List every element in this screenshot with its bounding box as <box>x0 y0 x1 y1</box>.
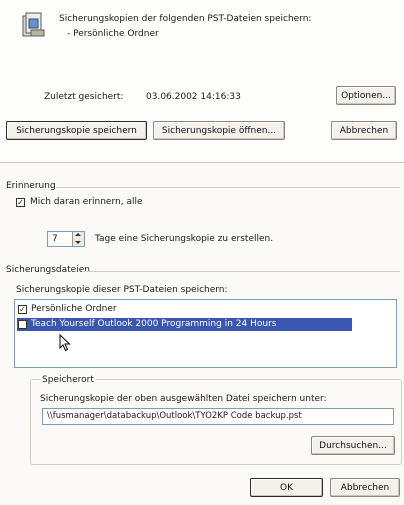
remind-checkbox[interactable]: ✓ <box>16 198 25 207</box>
remind-checkbox-label[interactable]: Mich daran erinnern, alle <box>30 197 143 207</box>
backup-files-listbox[interactable]: ✓ Persönliche Ordner Teach Yourself Outl… <box>14 299 397 368</box>
reminder-group-title: Erinnerung <box>6 181 56 191</box>
list-item-label: Teach Yourself Outlook 2000 Programming … <box>31 319 277 329</box>
files-list-label: Sicherungskopie dieser PST-Dateien speic… <box>16 285 228 295</box>
list-item[interactable]: ✓ Persönliche Ordner <box>17 303 394 316</box>
spin-down-icon[interactable] <box>75 241 81 244</box>
location-label: Sicherungskopie der oben ausgewählten Da… <box>40 394 327 404</box>
reminder-days-spinner[interactable]: 7 <box>47 231 85 247</box>
backup-files-intro: Sicherungskopien der folgenden PST-Datei… <box>59 14 312 24</box>
browse-button[interactable]: Durchsuchen... <box>311 436 395 455</box>
spin-buttons[interactable] <box>72 232 84 246</box>
last-saved-value: 03.06.2002 14:16:33 <box>146 92 241 102</box>
save-backup-button[interactable]: Sicherungskopie speichern <box>6 121 147 140</box>
backup-path-field[interactable]: \\fusmanager\databackup\Outlook\TYO2KP C… <box>42 408 394 425</box>
list-item-label: Persönliche Ordner <box>31 304 117 314</box>
files-group-line <box>82 271 400 272</box>
cancel-top-button[interactable]: Abbrechen <box>331 121 397 140</box>
location-group-title: Speicherort <box>40 375 96 385</box>
list-item-checkbox[interactable]: ✓ <box>18 305 27 314</box>
cancel-button[interactable]: Abbrechen <box>330 478 400 497</box>
reminder-days-value[interactable]: 7 <box>52 234 58 244</box>
list-item-selected[interactable]: Teach Yourself Outlook 2000 Programming … <box>17 318 352 331</box>
options-button[interactable]: Optionen... <box>336 86 396 105</box>
spin-up-icon[interactable] <box>75 233 81 236</box>
last-saved-label: Zuletzt gesichert: <box>44 92 124 102</box>
ok-button[interactable]: OK <box>250 478 323 497</box>
section-divider <box>0 162 404 163</box>
outlook-backup-icon <box>22 12 46 38</box>
mouse-pointer-icon <box>59 333 71 355</box>
list-item-checkbox[interactable] <box>18 320 27 329</box>
reminder-group-line <box>56 187 400 188</box>
backup-files-list-item: - Persönliche Ordner <box>67 29 159 39</box>
reminder-days-suffix: Tage eine Sicherungskopie zu erstellen. <box>95 234 274 244</box>
files-group-title: Sicherungsdateien <box>6 265 90 275</box>
open-backup-button[interactable]: Sicherungskopie öffnen... <box>153 121 285 140</box>
